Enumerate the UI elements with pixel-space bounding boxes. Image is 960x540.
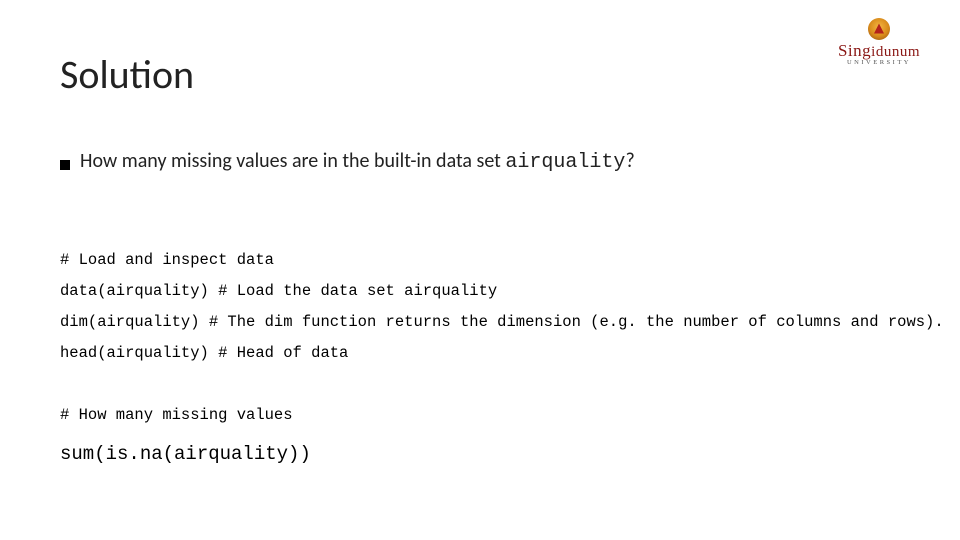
- logo-crest-icon: [868, 18, 890, 40]
- code-line-6: sum(is.na(airquality)): [60, 443, 900, 465]
- question-code-word: airquality: [505, 151, 625, 174]
- question-text: How many missing values are in the built…: [80, 149, 635, 174]
- code-line-4: head(airquality) # Head of data: [60, 344, 348, 362]
- logo-name: Singidunum: [838, 42, 920, 60]
- page-title: Solution: [60, 50, 900, 99]
- question-prefix: How many missing values are in the built…: [80, 149, 505, 173]
- code-line-5: # How many missing values: [60, 406, 293, 424]
- logo-name-part3: dunum: [876, 44, 920, 60]
- question-bullet: How many missing values are in the built…: [60, 149, 900, 174]
- code-line-2: data(airquality) # Load the data set air…: [60, 282, 497, 300]
- slide: Singidunum UNIVERSITY Solution How many …: [0, 0, 960, 540]
- code-line-3: dim(airquality) # The dim function retur…: [60, 313, 944, 331]
- code-line-1: # Load and inspect data: [60, 251, 274, 269]
- logo-subtitle: UNIVERSITY: [838, 59, 920, 66]
- question-suffix: ?: [625, 149, 634, 173]
- code-block: # Load and inspect data data(airquality)…: [60, 214, 900, 431]
- logo-name-part1: Sing: [838, 41, 871, 60]
- university-logo: Singidunum UNIVERSITY: [838, 18, 920, 66]
- bullet-icon: [60, 160, 70, 170]
